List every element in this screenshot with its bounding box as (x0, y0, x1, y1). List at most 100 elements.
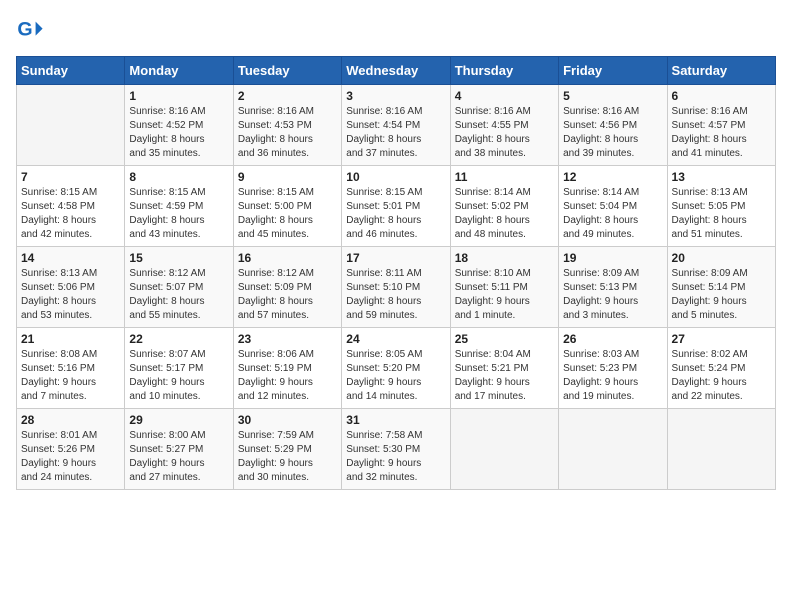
weekday-header-saturday: Saturday (667, 57, 775, 85)
day-cell: 29 Sunrise: 8:00 AM Sunset: 5:27 PM Dayli… (125, 409, 233, 490)
day-cell: 25 Sunrise: 8:04 AM Sunset: 5:21 PM Dayli… (450, 328, 558, 409)
day-info: Sunrise: 8:12 AM Sunset: 5:09 PM Dayligh… (238, 267, 337, 323)
day-info: Sunrise: 8:16 AM Sunset: 4:55 PM Dayligh… (455, 105, 554, 161)
day-info: Sunrise: 8:02 AM Sunset: 5:24 PM Dayligh… (672, 348, 771, 404)
day-cell: 8 Sunrise: 8:15 AM Sunset: 4:59 PM Daylig… (125, 166, 233, 247)
day-cell: 24 Sunrise: 8:05 AM Sunset: 5:20 PM Dayli… (342, 328, 450, 409)
calendar-header: SundayMondayTuesdayWednesdayThursdayFrid… (17, 57, 776, 85)
week-row-2: 7 Sunrise: 8:15 AM Sunset: 4:58 PM Daylig… (17, 166, 776, 247)
day-number: 31 (346, 413, 445, 427)
weekday-header-thursday: Thursday (450, 57, 558, 85)
weekday-header-friday: Friday (559, 57, 667, 85)
day-info: Sunrise: 8:04 AM Sunset: 5:21 PM Dayligh… (455, 348, 554, 404)
day-info: Sunrise: 8:16 AM Sunset: 4:54 PM Dayligh… (346, 105, 445, 161)
day-info: Sunrise: 8:01 AM Sunset: 5:26 PM Dayligh… (21, 429, 120, 485)
day-number: 8 (129, 170, 228, 184)
day-info: Sunrise: 8:16 AM Sunset: 4:52 PM Dayligh… (129, 105, 228, 161)
day-number: 1 (129, 89, 228, 103)
weekday-header-tuesday: Tuesday (233, 57, 341, 85)
day-info: Sunrise: 7:58 AM Sunset: 5:30 PM Dayligh… (346, 429, 445, 485)
day-info: Sunrise: 8:09 AM Sunset: 5:13 PM Dayligh… (563, 267, 662, 323)
weekday-header-sunday: Sunday (17, 57, 125, 85)
day-info: Sunrise: 8:13 AM Sunset: 5:06 PM Dayligh… (21, 267, 120, 323)
day-cell: 20Sunrise: 8:09 AM Sunset: 5:14 PM Dayli… (667, 247, 775, 328)
day-cell: 6 Sunrise: 8:16 AM Sunset: 4:57 PM Daylig… (667, 85, 775, 166)
day-cell: 5 Sunrise: 8:16 AM Sunset: 4:56 PM Daylig… (559, 85, 667, 166)
day-info: Sunrise: 8:15 AM Sunset: 5:01 PM Dayligh… (346, 186, 445, 242)
day-number: 28 (21, 413, 120, 427)
day-cell: 30Sunrise: 7:59 AM Sunset: 5:29 PM Dayli… (233, 409, 341, 490)
logo: G (16, 16, 46, 44)
day-cell: 15Sunrise: 8:12 AM Sunset: 5:07 PM Dayli… (125, 247, 233, 328)
day-cell: 27 Sunrise: 8:02 AM Sunset: 5:24 PM Dayli… (667, 328, 775, 409)
day-number: 4 (455, 89, 554, 103)
day-info: Sunrise: 8:03 AM Sunset: 5:23 PM Dayligh… (563, 348, 662, 404)
day-cell: 19 Sunrise: 8:09 AM Sunset: 5:13 PM Dayli… (559, 247, 667, 328)
day-info: Sunrise: 8:14 AM Sunset: 5:02 PM Dayligh… (455, 186, 554, 242)
day-number: 11 (455, 170, 554, 184)
day-cell (667, 409, 775, 490)
day-number: 7 (21, 170, 120, 184)
day-number: 21 (21, 332, 120, 346)
day-number: 22 (129, 332, 228, 346)
week-row-5: 28 Sunrise: 8:01 AM Sunset: 5:26 PM Dayli… (17, 409, 776, 490)
day-cell: 3 Sunrise: 8:16 AM Sunset: 4:54 PM Daylig… (342, 85, 450, 166)
day-number: 23 (238, 332, 337, 346)
day-cell: 22Sunrise: 8:07 AM Sunset: 5:17 PM Dayli… (125, 328, 233, 409)
day-info: Sunrise: 8:11 AM Sunset: 5:10 PM Dayligh… (346, 267, 445, 323)
calendar-body: 1 Sunrise: 8:16 AM Sunset: 4:52 PM Daylig… (17, 85, 776, 490)
day-number: 6 (672, 89, 771, 103)
day-number: 5 (563, 89, 662, 103)
day-info: Sunrise: 7:59 AM Sunset: 5:29 PM Dayligh… (238, 429, 337, 485)
day-cell: 26 Sunrise: 8:03 AM Sunset: 5:23 PM Dayli… (559, 328, 667, 409)
day-cell: 10Sunrise: 8:15 AM Sunset: 5:01 PM Dayli… (342, 166, 450, 247)
svg-text:G: G (17, 19, 32, 41)
day-number: 18 (455, 251, 554, 265)
calendar-table: SundayMondayTuesdayWednesdayThursdayFrid… (16, 56, 776, 490)
day-cell: 31 Sunrise: 7:58 AM Sunset: 5:30 PM Dayli… (342, 409, 450, 490)
day-number: 3 (346, 89, 445, 103)
day-cell: 21 Sunrise: 8:08 AM Sunset: 5:16 PM Dayli… (17, 328, 125, 409)
day-cell (17, 85, 125, 166)
day-info: Sunrise: 8:12 AM Sunset: 5:07 PM Dayligh… (129, 267, 228, 323)
day-number: 17 (346, 251, 445, 265)
day-number: 2 (238, 89, 337, 103)
day-cell: 28 Sunrise: 8:01 AM Sunset: 5:26 PM Dayli… (17, 409, 125, 490)
day-cell: 1 Sunrise: 8:16 AM Sunset: 4:52 PM Daylig… (125, 85, 233, 166)
day-info: Sunrise: 8:15 AM Sunset: 5:00 PM Dayligh… (238, 186, 337, 242)
day-cell (450, 409, 558, 490)
week-row-1: 1 Sunrise: 8:16 AM Sunset: 4:52 PM Daylig… (17, 85, 776, 166)
day-number: 25 (455, 332, 554, 346)
day-number: 27 (672, 332, 771, 346)
day-cell: 4 Sunrise: 8:16 AM Sunset: 4:55 PM Daylig… (450, 85, 558, 166)
day-cell: 17 Sunrise: 8:11 AM Sunset: 5:10 PM Dayli… (342, 247, 450, 328)
day-cell: 12Sunrise: 8:14 AM Sunset: 5:04 PM Dayli… (559, 166, 667, 247)
day-info: Sunrise: 8:00 AM Sunset: 5:27 PM Dayligh… (129, 429, 228, 485)
day-info: Sunrise: 8:13 AM Sunset: 5:05 PM Dayligh… (672, 186, 771, 242)
day-cell: 14 Sunrise: 8:13 AM Sunset: 5:06 PM Dayli… (17, 247, 125, 328)
day-number: 20 (672, 251, 771, 265)
day-info: Sunrise: 8:16 AM Sunset: 4:56 PM Dayligh… (563, 105, 662, 161)
day-number: 24 (346, 332, 445, 346)
logo-icon: G (16, 16, 44, 44)
day-info: Sunrise: 8:15 AM Sunset: 4:59 PM Dayligh… (129, 186, 228, 242)
day-cell: 23Sunrise: 8:06 AM Sunset: 5:19 PM Dayli… (233, 328, 341, 409)
day-info: Sunrise: 8:15 AM Sunset: 4:58 PM Dayligh… (21, 186, 120, 242)
day-number: 29 (129, 413, 228, 427)
page-header: G (16, 16, 776, 44)
day-number: 14 (21, 251, 120, 265)
day-cell: 13 Sunrise: 8:13 AM Sunset: 5:05 PM Dayli… (667, 166, 775, 247)
day-info: Sunrise: 8:05 AM Sunset: 5:20 PM Dayligh… (346, 348, 445, 404)
day-cell (559, 409, 667, 490)
day-cell: 7 Sunrise: 8:15 AM Sunset: 4:58 PM Daylig… (17, 166, 125, 247)
day-info: Sunrise: 8:16 AM Sunset: 4:57 PM Dayligh… (672, 105, 771, 161)
day-number: 19 (563, 251, 662, 265)
day-number: 13 (672, 170, 771, 184)
day-number: 9 (238, 170, 337, 184)
day-number: 26 (563, 332, 662, 346)
weekday-header-wednesday: Wednesday (342, 57, 450, 85)
weekday-row: SundayMondayTuesdayWednesdayThursdayFrid… (17, 57, 776, 85)
day-cell: 18Sunrise: 8:10 AM Sunset: 5:11 PM Dayli… (450, 247, 558, 328)
day-info: Sunrise: 8:08 AM Sunset: 5:16 PM Dayligh… (21, 348, 120, 404)
weekday-header-monday: Monday (125, 57, 233, 85)
